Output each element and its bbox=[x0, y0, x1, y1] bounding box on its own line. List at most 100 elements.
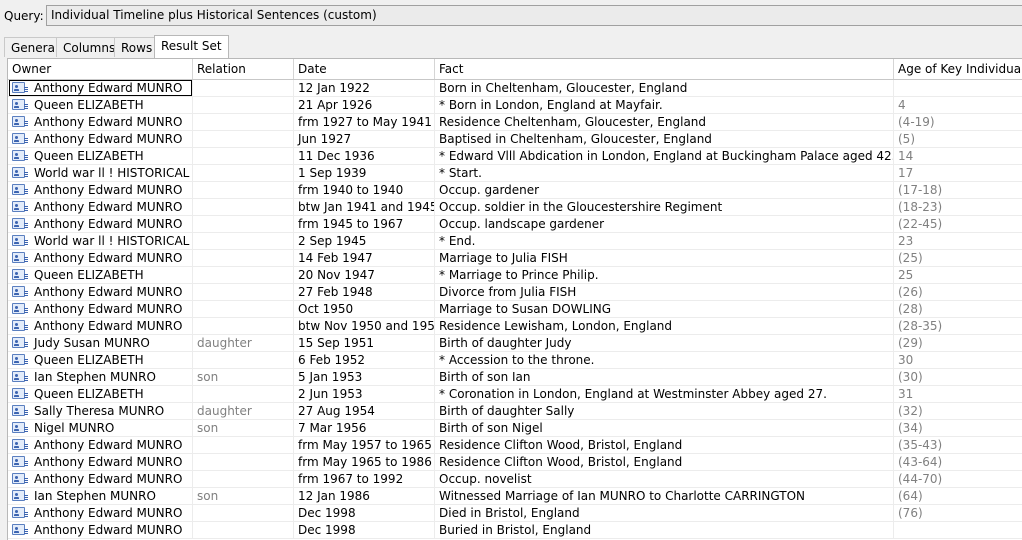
age-cell[interactable]: (29) bbox=[894, 335, 1022, 351]
fact-cell[interactable]: Died in Bristol, England bbox=[435, 505, 894, 521]
age-cell[interactable]: 23 bbox=[894, 233, 1022, 249]
age-cell[interactable]: (25) bbox=[894, 250, 1022, 266]
table-row[interactable]: Anthony Edward MUNRO btw Nov 1950 and 195… bbox=[8, 318, 1022, 335]
column-header-date[interactable]: Date bbox=[294, 59, 435, 79]
date-cell[interactable]: frm 1927 to May 1941 bbox=[294, 114, 435, 130]
owner-cell[interactable]: Ian Stephen MUNRO bbox=[8, 488, 193, 504]
relation-cell[interactable] bbox=[193, 284, 294, 300]
relation-cell[interactable]: daughter bbox=[193, 335, 294, 351]
table-row[interactable]: Queen ELIZABETH 21 Apr 1926 * Born in Lond… bbox=[8, 97, 1022, 114]
relation-cell[interactable] bbox=[193, 80, 294, 96]
table-row[interactable]: Queen ELIZABETH 2 Jun 1953 * Coronation in… bbox=[8, 386, 1022, 403]
age-cell[interactable]: (28) bbox=[894, 301, 1022, 317]
fact-cell[interactable]: Birth of son Ian bbox=[435, 369, 894, 385]
result-grid[interactable]: Owner Relation Date Fact Age of Key Indi… bbox=[7, 58, 1022, 540]
relation-cell[interactable]: daughter bbox=[193, 403, 294, 419]
date-cell[interactable]: frm 1940 to 1940 bbox=[294, 182, 435, 198]
age-cell[interactable]: (26) bbox=[894, 284, 1022, 300]
table-row[interactable]: Anthony Edward MUNRO Dec 1998 Died in Bris… bbox=[8, 505, 1022, 522]
relation-cell[interactable] bbox=[193, 522, 294, 538]
owner-cell[interactable]: Anthony Edward MUNRO bbox=[8, 284, 193, 300]
fact-cell[interactable]: Occup. novelist bbox=[435, 471, 894, 487]
fact-cell[interactable]: Born in Cheltenham, Gloucester, England bbox=[435, 80, 894, 96]
owner-cell[interactable]: Ian Stephen MUNRO bbox=[8, 369, 193, 385]
relation-cell[interactable]: son bbox=[193, 488, 294, 504]
column-header-age[interactable]: Age of Key Individual bbox=[894, 59, 1022, 79]
owner-cell[interactable]: Anthony Edward MUNRO bbox=[8, 437, 193, 453]
age-cell[interactable] bbox=[894, 522, 1022, 538]
owner-cell[interactable]: Anthony Edward MUNRO bbox=[8, 522, 193, 538]
date-cell[interactable]: 5 Jan 1953 bbox=[294, 369, 435, 385]
table-row[interactable]: Sally Theresa MUNRO daughter 27 Aug 1954 Bi… bbox=[8, 403, 1022, 420]
owner-cell[interactable]: Anthony Edward MUNRO bbox=[8, 505, 193, 521]
fact-cell[interactable]: Birth of daughter Sally bbox=[435, 403, 894, 419]
fact-cell[interactable]: Occup. landscape gardener bbox=[435, 216, 894, 232]
date-cell[interactable]: 20 Nov 1947 bbox=[294, 267, 435, 283]
date-cell[interactable]: 2 Sep 1945 bbox=[294, 233, 435, 249]
age-cell[interactable]: (64) bbox=[894, 488, 1022, 504]
table-row[interactable]: Ian Stephen MUNRO son 5 Jan 1953 Birth of s… bbox=[8, 369, 1022, 386]
fact-cell[interactable]: Buried in Bristol, England bbox=[435, 522, 894, 538]
relation-cell[interactable] bbox=[193, 114, 294, 130]
relation-cell[interactable] bbox=[193, 267, 294, 283]
column-header-fact[interactable]: Fact bbox=[435, 59, 894, 79]
table-row[interactable]: Queen ELIZABETH 20 Nov 1947 * Marriage to … bbox=[8, 267, 1022, 284]
table-row[interactable]: Judy Susan MUNRO daughter 15 Sep 1951 Birth… bbox=[8, 335, 1022, 352]
date-cell[interactable]: 11 Dec 1936 bbox=[294, 148, 435, 164]
age-cell[interactable]: (32) bbox=[894, 403, 1022, 419]
table-row[interactable]: Anthony Edward MUNRO frm 1945 to 1967 Occu… bbox=[8, 216, 1022, 233]
owner-cell[interactable]: World war ll ! HISTORICAL bbox=[8, 165, 193, 181]
date-cell[interactable]: 2 Jun 1953 bbox=[294, 386, 435, 402]
date-cell[interactable]: Dec 1998 bbox=[294, 505, 435, 521]
fact-cell[interactable]: * Born in London, England at Mayfair. bbox=[435, 97, 894, 113]
owner-cell[interactable]: Anthony Edward MUNRO bbox=[8, 131, 193, 147]
fact-cell[interactable]: Birth of son Nigel bbox=[435, 420, 894, 436]
date-cell[interactable]: 14 Feb 1947 bbox=[294, 250, 435, 266]
fact-cell[interactable]: Occup. gardener bbox=[435, 182, 894, 198]
age-cell[interactable]: (18-23) bbox=[894, 199, 1022, 215]
date-cell[interactable]: btw Jan 1941 and 1945 bbox=[294, 199, 435, 215]
owner-cell[interactable]: Anthony Edward MUNRO bbox=[8, 182, 193, 198]
table-row[interactable]: Anthony Edward MUNRO frm 1967 to 1992 Occu… bbox=[8, 471, 1022, 488]
fact-cell[interactable]: Residence Cheltenham, Gloucester, Englan… bbox=[435, 114, 894, 130]
age-cell[interactable]: (22-45) bbox=[894, 216, 1022, 232]
date-cell[interactable]: 12 Jan 1922 bbox=[294, 80, 435, 96]
owner-cell[interactable]: Anthony Edward MUNRO bbox=[8, 216, 193, 232]
age-cell[interactable]: 31 bbox=[894, 386, 1022, 402]
relation-cell[interactable] bbox=[193, 471, 294, 487]
age-cell[interactable]: (44-70) bbox=[894, 471, 1022, 487]
date-cell[interactable]: 27 Feb 1948 bbox=[294, 284, 435, 300]
table-row[interactable]: World war ll ! HISTORICAL 1 Sep 1939 * Sta… bbox=[8, 165, 1022, 182]
relation-cell[interactable] bbox=[193, 505, 294, 521]
age-cell[interactable]: (34) bbox=[894, 420, 1022, 436]
column-header-owner[interactable]: Owner bbox=[8, 59, 193, 79]
table-row[interactable]: Anthony Edward MUNRO Dec 1998 Buried in Br… bbox=[8, 522, 1022, 539]
age-cell[interactable]: (4-19) bbox=[894, 114, 1022, 130]
fact-cell[interactable]: Birth of daughter Judy bbox=[435, 335, 894, 351]
date-cell[interactable]: Oct 1950 bbox=[294, 301, 435, 317]
owner-cell[interactable]: Sally Theresa MUNRO bbox=[8, 403, 193, 419]
table-row[interactable]: Anthony Edward MUNRO Jun 1927 Baptised in … bbox=[8, 131, 1022, 148]
table-row[interactable]: Anthony Edward MUNRO frm May 1965 to 1986… bbox=[8, 454, 1022, 471]
table-row[interactable]: Queen ELIZABETH 6 Feb 1952 * Accession to … bbox=[8, 352, 1022, 369]
table-row[interactable]: Anthony Edward MUNRO btw Jan 1941 and 194… bbox=[8, 199, 1022, 216]
fact-cell[interactable]: * Accession to the throne. bbox=[435, 352, 894, 368]
relation-cell[interactable] bbox=[193, 352, 294, 368]
age-cell[interactable]: (76) bbox=[894, 505, 1022, 521]
table-row[interactable]: Anthony Edward MUNRO frm May 1957 to 1965… bbox=[8, 437, 1022, 454]
age-cell[interactable]: 25 bbox=[894, 267, 1022, 283]
owner-cell[interactable]: Anthony Edward MUNRO bbox=[8, 318, 193, 334]
age-cell[interactable]: (43-64) bbox=[894, 454, 1022, 470]
fact-cell[interactable]: * Start. bbox=[435, 165, 894, 181]
age-cell[interactable]: (28-35) bbox=[894, 318, 1022, 334]
table-row[interactable]: Anthony Edward MUNRO 12 Jan 1922 Born in C… bbox=[8, 80, 1022, 97]
age-cell[interactable]: (5) bbox=[894, 131, 1022, 147]
owner-cell[interactable]: Anthony Edward MUNRO bbox=[8, 199, 193, 215]
date-cell[interactable]: 12 Jan 1986 bbox=[294, 488, 435, 504]
relation-cell[interactable] bbox=[193, 148, 294, 164]
date-cell[interactable]: 15 Sep 1951 bbox=[294, 335, 435, 351]
relation-cell[interactable] bbox=[193, 216, 294, 232]
date-cell[interactable]: 7 Mar 1956 bbox=[294, 420, 435, 436]
owner-cell[interactable]: Anthony Edward MUNRO bbox=[8, 250, 193, 266]
relation-cell[interactable]: son bbox=[193, 369, 294, 385]
